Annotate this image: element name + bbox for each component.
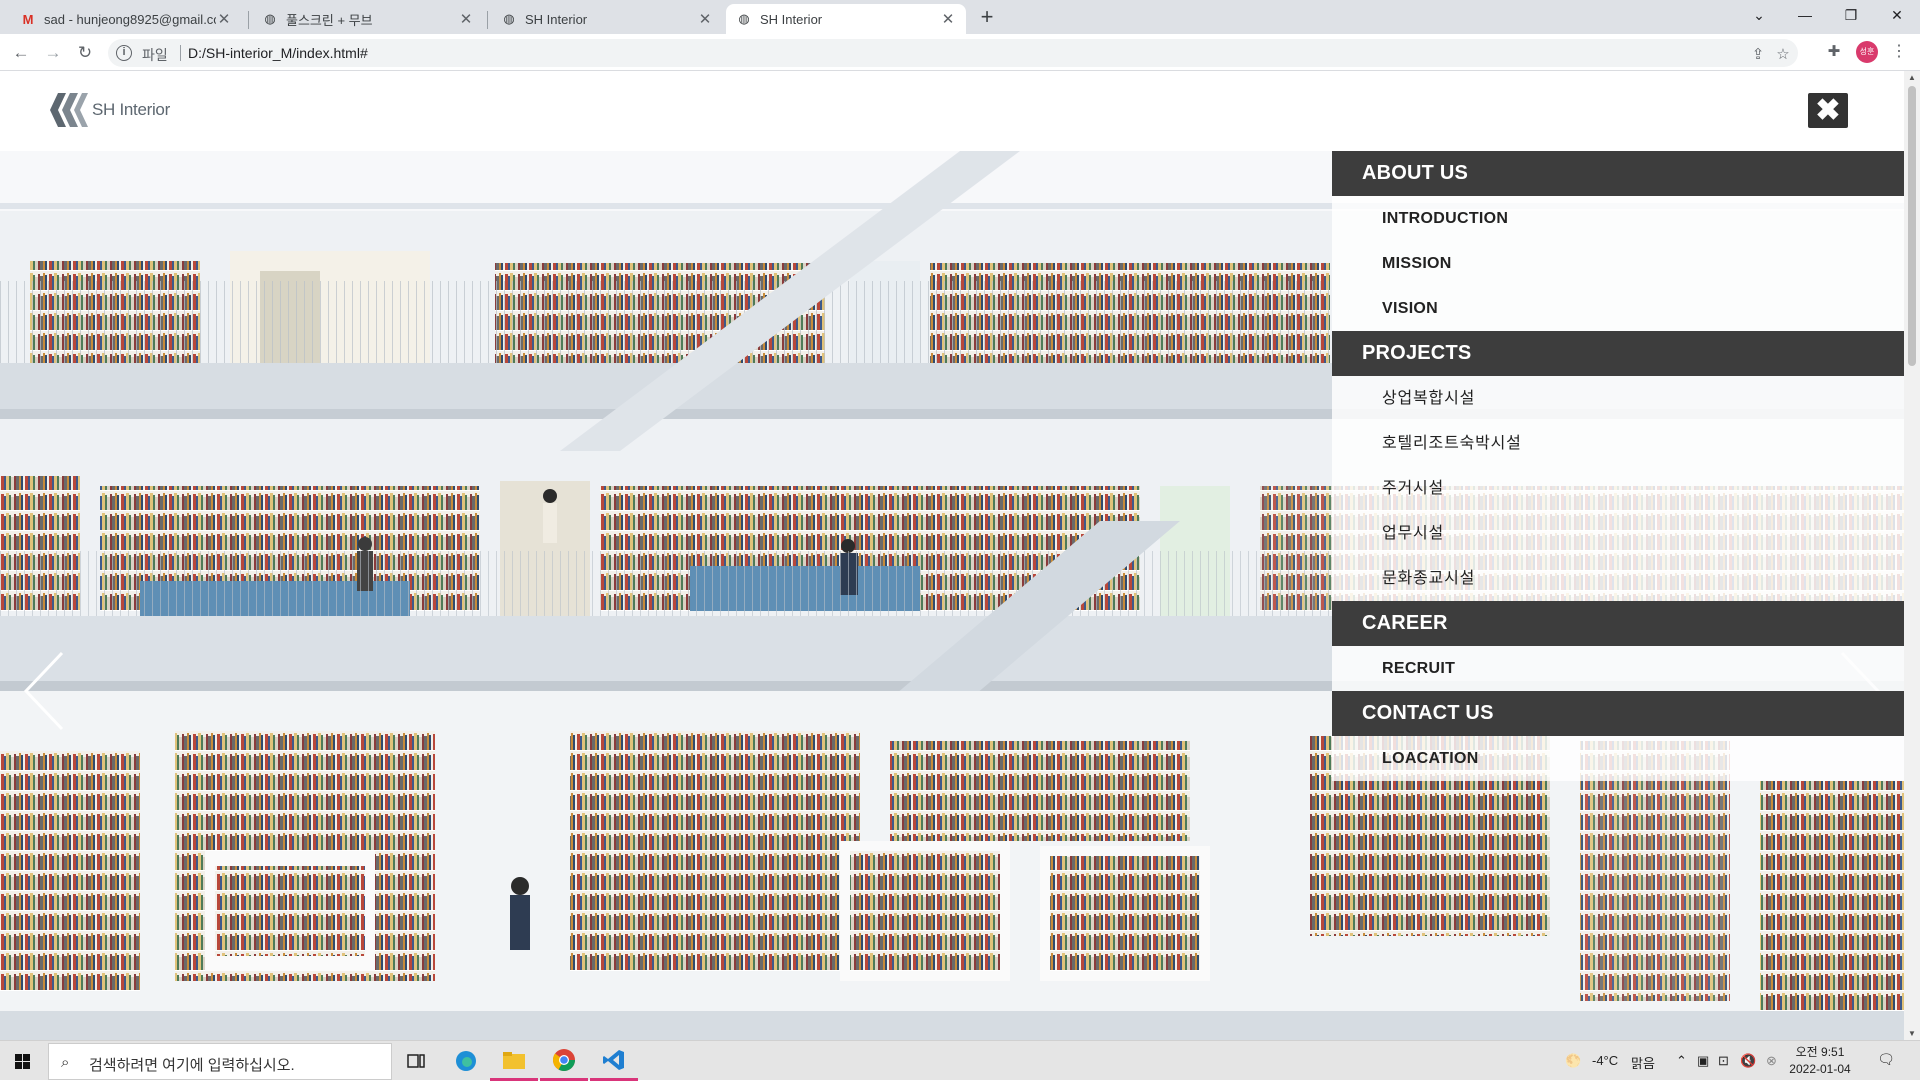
menu-category-projects[interactable]: PROJECTS — [1332, 331, 1904, 376]
file-explorer-icon[interactable] — [490, 1041, 538, 1081]
window-close-button[interactable]: ✕ — [1874, 0, 1920, 30]
menu-category-career[interactable]: CAREER — [1332, 601, 1904, 646]
info-icon[interactable]: i — [116, 45, 132, 61]
toolbar: ← → ↻ i 파일 D:/SH-interior_M/index.html# … — [0, 34, 1920, 71]
scrollbar-thumb[interactable] — [1908, 86, 1916, 366]
search-icon: ⌕ — [61, 1054, 70, 1071]
logo-chevrons-icon — [50, 93, 88, 127]
tray-chevron-up-icon[interactable]: ⌃ — [1676, 1053, 1687, 1069]
close-tab-icon[interactable]: ✕ — [940, 10, 956, 28]
tab-fullscreen[interactable]: ◍ 풀스크린 + 무브 ✕ — [252, 4, 484, 34]
weather-sun-icon[interactable]: 🌕 — [1565, 1053, 1581, 1069]
restore-button[interactable]: ❐ — [1828, 0, 1874, 30]
menu-item-vision[interactable]: VISION — [1332, 286, 1904, 331]
menu-category-contact-us[interactable]: CONTACT US — [1332, 691, 1904, 736]
globe-icon: ◍ — [503, 11, 515, 26]
tab-search-icon[interactable]: ⌄ — [1736, 0, 1782, 30]
task-view-icon[interactable] — [392, 1041, 440, 1081]
globe-icon: ◍ — [264, 11, 276, 26]
menu-item-office[interactable]: 업무시설 — [1332, 511, 1904, 556]
page-viewport: SH Interior ✖ ABOUT US INTRODUCTION MISS… — [0, 71, 1904, 1040]
chrome-icon[interactable] — [540, 1041, 588, 1081]
vscode-icon[interactable] — [590, 1041, 638, 1081]
close-menu-button[interactable]: ✖ — [1808, 93, 1848, 128]
forward-button[interactable]: → — [40, 40, 66, 66]
browser-menu-icon[interactable]: ⋮ — [1890, 41, 1908, 63]
main-navigation-menu: ABOUT US INTRODUCTION MISSION VISION PRO… — [1332, 151, 1904, 781]
scroll-down-icon[interactable]: ▼ — [1904, 1029, 1920, 1038]
back-button[interactable]: ← — [8, 40, 34, 66]
profile-avatar[interactable]: 성훈 — [1856, 41, 1878, 63]
page-scrollbar[interactable]: ▲ ▼ — [1904, 71, 1920, 1040]
reload-button[interactable]: ↻ — [72, 40, 98, 66]
tab-sh-interior[interactable]: ◍ SH Interior ✕ — [491, 4, 723, 34]
taskbar-search-box[interactable]: ⌕ 검색하려면 여기에 입력하십시오. — [48, 1043, 392, 1080]
sync-icon[interactable]: ⊗ — [1766, 1053, 1777, 1069]
prev-slide-arrow[interactable] — [22, 651, 66, 731]
edge-icon[interactable] — [442, 1041, 490, 1081]
start-button[interactable] — [0, 1041, 46, 1081]
menu-item-commercial[interactable]: 상업복합시설 — [1332, 376, 1904, 421]
site-header: SH Interior ✖ — [0, 71, 1904, 151]
menu-item-culture-religion[interactable]: 문화종교시설 — [1332, 556, 1904, 601]
close-tab-icon[interactable]: ✕ — [697, 10, 713, 28]
address-bar[interactable]: i 파일 D:/SH-interior_M/index.html# ⇪ ☆ — [108, 39, 1798, 67]
tab-sh-interior-active[interactable]: ◍ SH Interior ✕ — [726, 4, 966, 34]
network-icon[interactable]: ⊡ — [1718, 1053, 1729, 1069]
scroll-up-icon[interactable]: ▲ — [1904, 73, 1920, 82]
extensions-icon[interactable]: ✚ — [1823, 41, 1845, 63]
notification-icon[interactable]: 🗨 — [1876, 1051, 1896, 1071]
windows-logo-icon — [15, 1054, 30, 1069]
minimize-button[interactable]: — — [1782, 0, 1828, 30]
menu-item-recruit[interactable]: RECRUIT — [1332, 646, 1904, 691]
share-icon[interactable]: ⇪ — [1748, 45, 1768, 65]
menu-item-location[interactable]: LOACATION — [1332, 736, 1904, 781]
site-logo[interactable]: SH Interior — [48, 89, 170, 131]
close-tab-icon[interactable]: ✕ — [458, 10, 474, 28]
windows-taskbar: ⌕ 검색하려면 여기에 입력하십시오. 🌕 -4°C 맑음 ⌃ ▣ ⊡ 🔇 ⊗ … — [0, 1040, 1920, 1081]
browser-tab-bar: M sad - hunjeong8925@gmail.com ✕ ◍ 풀스크린 … — [0, 0, 1920, 34]
menu-category-about-us[interactable]: ABOUT US — [1332, 151, 1904, 196]
taskbar-clock[interactable]: 오전 9:51 2022-01-04 — [1785, 1044, 1855, 1078]
globe-icon: ◍ — [738, 11, 750, 26]
close-tab-icon[interactable]: ✕ — [216, 10, 232, 28]
bookmark-star-icon[interactable]: ☆ — [1773, 45, 1793, 65]
menu-item-introduction[interactable]: INTRODUCTION — [1332, 196, 1904, 241]
menu-item-mission[interactable]: MISSION — [1332, 241, 1904, 286]
gmail-icon: M — [22, 11, 34, 27]
menu-item-hotel-resort[interactable]: 호텔리조트숙박시설 — [1332, 421, 1904, 466]
display-icon[interactable]: ▣ — [1697, 1053, 1709, 1069]
url-text[interactable]: D:/SH-interior_M/index.html# — [188, 45, 368, 61]
new-tab-button[interactable]: + — [975, 5, 999, 29]
tab-gmail[interactable]: M sad - hunjeong8925@gmail.com ✕ — [10, 4, 242, 34]
menu-item-residential[interactable]: 주거시설 — [1332, 466, 1904, 511]
volume-muted-icon[interactable]: 🔇 — [1740, 1053, 1756, 1069]
